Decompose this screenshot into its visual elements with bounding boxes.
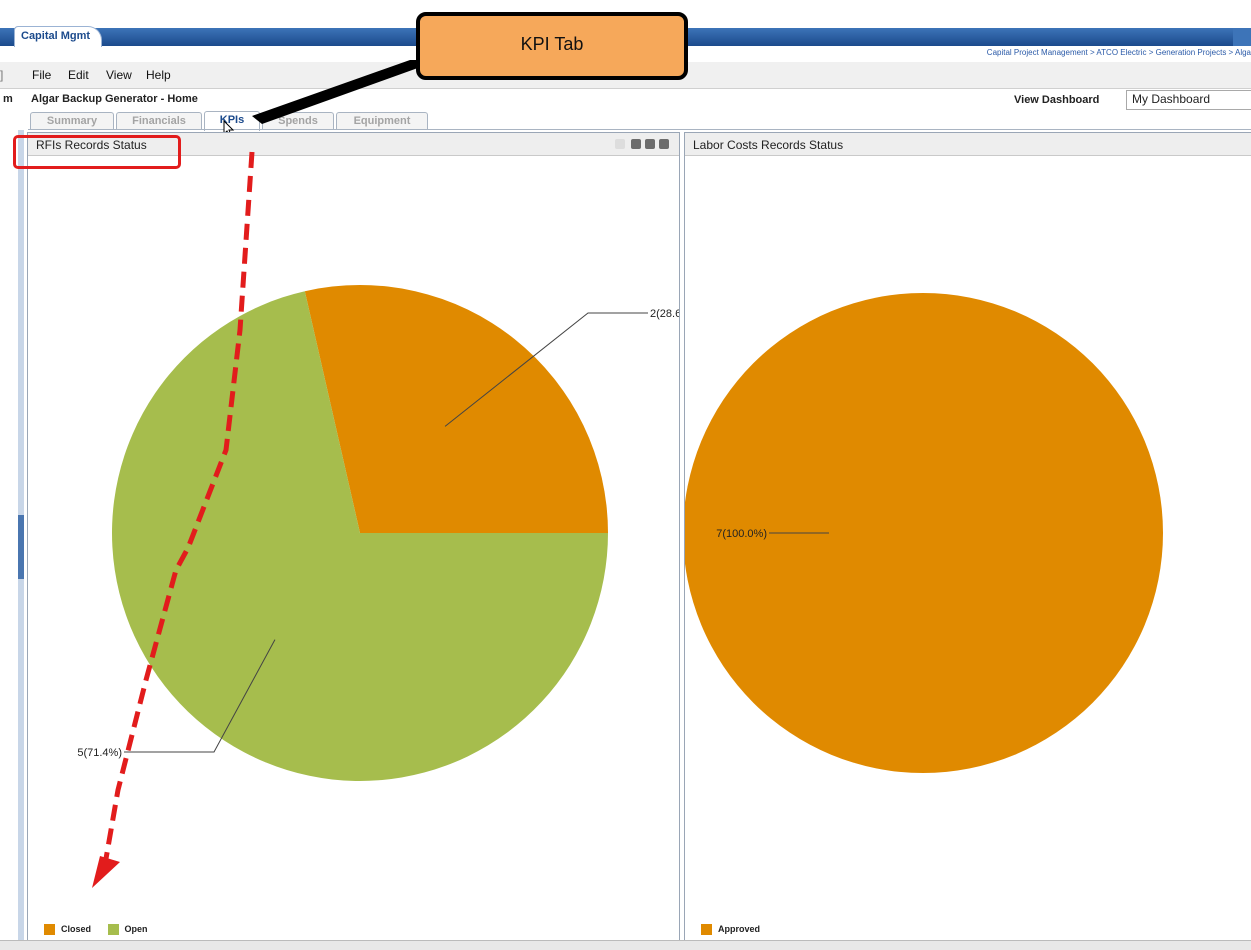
- red-dashed-arrow-line: [101, 151, 255, 871]
- red-arrow-head-icon: [92, 856, 120, 888]
- kpi-tab-callout: KPI Tab: [416, 12, 688, 80]
- annotation-overlay: [92, 60, 440, 888]
- callout-pointer: [252, 60, 440, 124]
- kpi-callout-text: KPI Tab: [520, 34, 584, 54]
